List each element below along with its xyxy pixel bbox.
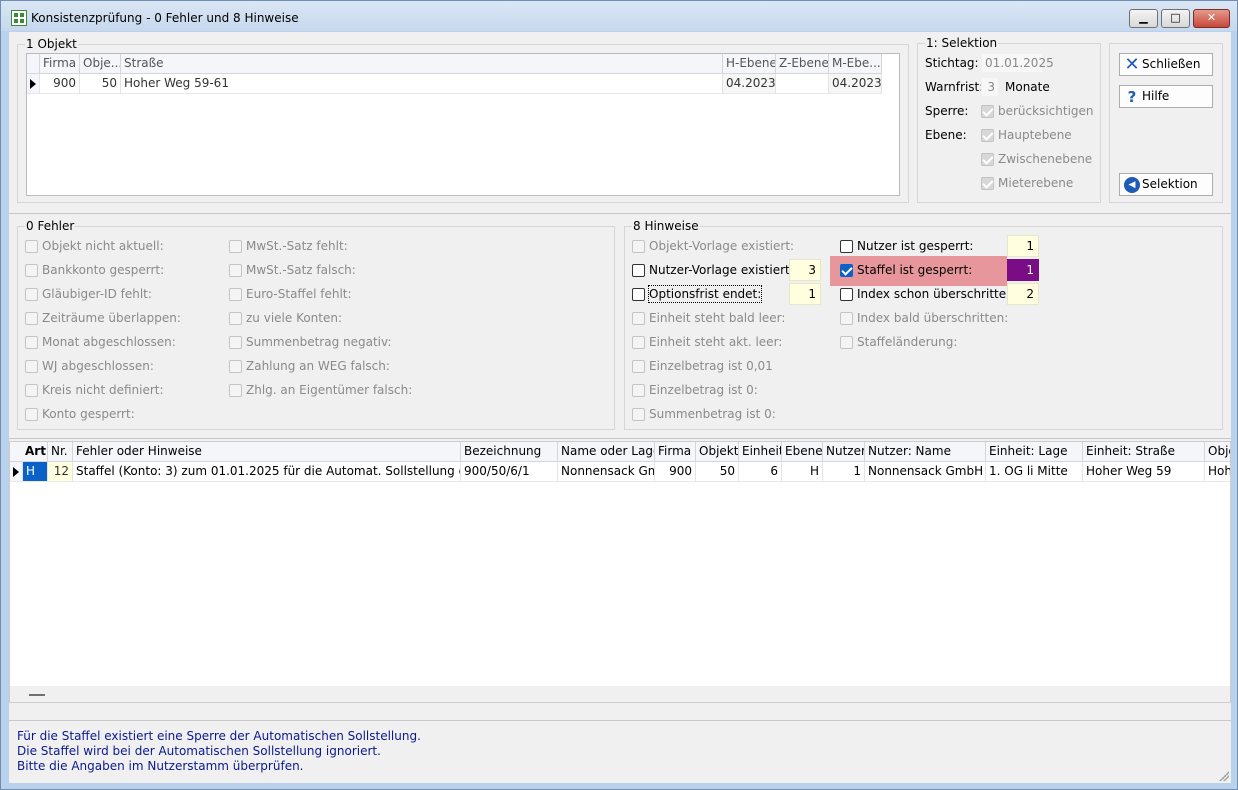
results-col-obje[interactable]: Obje — [1205, 442, 1230, 462]
objekt-group: 1 Objekt Firma Obje... Straße H-Ebene Z-… — [17, 37, 909, 203]
hinweis-count-selected: 1 — [1007, 259, 1039, 281]
stichtag-label: Stichtag: — [925, 56, 979, 70]
selektion-button[interactable]: ◀ Selektion — [1119, 173, 1213, 196]
result-cell-nr: 12 — [48, 462, 73, 482]
result-cell-firma: 900 — [655, 462, 696, 482]
result-cell-bezeichnung: 900/50/6/1 — [461, 462, 558, 482]
close-window-button[interactable]: ✕ — [1193, 9, 1230, 28]
result-cell-einheit: 6 — [739, 462, 782, 482]
objekt-grid-indicator-header — [27, 54, 40, 74]
results-col-einheit-strasse[interactable]: Einheit: Straße — [1083, 442, 1205, 462]
result-cell-einheit-strasse: Hoher Weg 59 — [1083, 462, 1205, 482]
status-line: Für die Staffel existiert eine Sperre de… — [17, 729, 421, 743]
divider — [9, 213, 1231, 214]
hilfe-button[interactable]: ? Hilfe — [1119, 85, 1213, 108]
title-bar[interactable]: Konsistenzprüfung - 0 Fehler und 8 Hinwe… — [1, 1, 1237, 31]
objekt-cell-h-ebene: 04.2023 — [723, 74, 776, 94]
results-col-nutzer[interactable]: Nutzer — [823, 442, 865, 462]
results-col-einheit-lage[interactable]: Einheit: Lage — [986, 442, 1083, 462]
objekt-cell-m-ebene: 04.2023 — [829, 74, 882, 94]
results-col-nutzer-name[interactable]: Nutzer: Name — [865, 442, 986, 462]
results-col-firma[interactable]: Firma — [655, 442, 696, 462]
result-cell-obje: Hoh — [1205, 462, 1230, 482]
resize-grip-icon[interactable] — [1219, 771, 1229, 781]
status-line: Bitte die Angaben im Nutzerstamm überprü… — [17, 759, 304, 773]
results-col-bezeichnung[interactable]: Bezeichnung — [461, 442, 558, 462]
selektion-group-label: 1: Selektion — [925, 36, 999, 50]
result-cell-nutzer: 1 — [823, 462, 865, 482]
app-icon — [11, 10, 27, 26]
row-pointer-icon — [13, 467, 19, 477]
results-col-text[interactable]: Fehler oder Hinweise — [73, 442, 461, 462]
stichtag-field[interactable]: 01.01.2025 — [981, 53, 1054, 73]
maximize-button[interactable]: □ — [1161, 9, 1190, 28]
hinweise-group: 8 Hinweise Objekt-Vorlage existiert: Nut… — [624, 219, 1223, 430]
divider — [9, 438, 1231, 439]
hinweise-group-label: 8 Hinweise — [632, 219, 700, 233]
hinweis-count: 1 — [789, 283, 821, 305]
objekt-col-h-ebene[interactable]: H-Ebene — [723, 54, 776, 74]
selektion-group: 1: Selektion Stichtag: 01.01.2025 Warnfr… — [917, 36, 1101, 203]
hinweis-count: 3 — [789, 259, 821, 281]
warnfrist-unit: Monate — [1005, 80, 1050, 94]
sperre-label: Sperre: — [925, 104, 969, 118]
row-pointer-icon — [30, 79, 36, 89]
results-col-ebene[interactable]: Ebene — [782, 442, 823, 462]
result-cell-objekt: 50 — [696, 462, 739, 482]
close-icon: ✕ — [1124, 54, 1140, 75]
fehler-group: 0 Fehler Objekt nicht aktuell: Bankkonto… — [17, 219, 615, 430]
objekt-cell-strasse: Hoher Weg 59-61 — [121, 74, 723, 94]
result-cell-name: Nonnensack Gmb — [558, 462, 655, 482]
fehler-group-label: 0 Fehler — [25, 219, 76, 233]
objekt-col-objekt[interactable]: Obje... — [80, 54, 121, 74]
results-col-name[interactable]: Name oder Lage — [558, 442, 655, 462]
ebene-label: Ebene: — [925, 128, 967, 142]
results-col-objekt[interactable]: Objekt — [696, 442, 739, 462]
client-area: 1 Objekt Firma Obje... Straße H-Ebene Z-… — [9, 32, 1231, 783]
objekt-group-label: 1 Objekt — [25, 37, 78, 51]
help-icon: ? — [1127, 88, 1137, 106]
back-arrow-icon: ◀ — [1124, 177, 1140, 193]
result-cell-nutzer-name: Nonnensack GmbH — [865, 462, 986, 482]
objekt-cell-objekt: 50 — [80, 74, 121, 94]
objekt-grid[interactable]: Firma Obje... Straße H-Ebene Z-Ebene M-E… — [26, 53, 900, 196]
button-panel: ✕ Schließen ? Hilfe ◀ Selektion — [1109, 43, 1223, 203]
warnfrist-field[interactable]: 3 — [981, 77, 999, 97]
objekt-col-strasse[interactable]: Straße — [121, 54, 723, 74]
warnfrist-label: Warnfrist: — [925, 80, 984, 94]
schliessen-button[interactable]: ✕ Schließen — [1119, 53, 1213, 76]
objekt-cell-firma: 900 — [40, 74, 80, 94]
status-line: Die Staffel wird bei der Automatischen S… — [17, 744, 381, 758]
result-cell-einheit-lage: 1. OG li Mitte — [986, 462, 1083, 482]
objekt-cell-z-ebene — [776, 74, 829, 94]
result-cell-text: Staffel (Konto: 3) zum 01.01.2025 für di… — [73, 462, 461, 482]
scrollbar-thumb[interactable] — [29, 694, 45, 696]
objekt-col-firma[interactable]: Firma — [40, 54, 80, 74]
results-col-art[interactable]: Art — [10, 442, 48, 462]
result-cell-ebene: H — [782, 462, 823, 482]
main-window: Konsistenzprüfung - 0 Fehler und 8 Hinwe… — [0, 0, 1238, 790]
hinweis-count: 1 — [1007, 235, 1039, 257]
window-title: Konsistenzprüfung - 0 Fehler und 8 Hinwe… — [31, 11, 299, 25]
results-col-einheit[interactable]: Einheit — [739, 442, 782, 462]
status-text: Für die Staffel existiert eine Sperre de… — [17, 729, 1238, 774]
hinweis-count: 2 — [1007, 283, 1039, 305]
results-col-nr[interactable]: Nr. — [48, 442, 73, 462]
result-cell-art: H — [23, 462, 48, 482]
minimize-button[interactable]: ▁ — [1129, 9, 1158, 28]
divider — [9, 720, 1231, 721]
objekt-col-z-ebene[interactable]: Z-Ebene — [776, 54, 829, 74]
results-grid[interactable]: Art Nr. Fehler oder Hinweise Bezeichnung… — [9, 441, 1231, 703]
horizontal-scrollbar[interactable] — [10, 686, 1230, 702]
objekt-col-m-ebene[interactable]: M-Ebe... — [829, 54, 882, 74]
